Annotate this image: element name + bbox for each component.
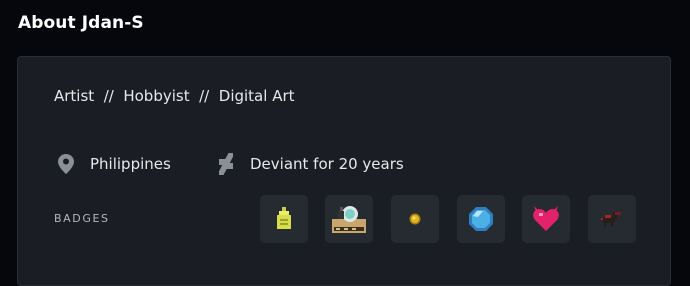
badge-gold-coin[interactable]	[391, 195, 439, 243]
llama-badge-icon	[601, 212, 621, 227]
badge-blue-gem[interactable]	[457, 195, 505, 243]
membership-text: Deviant for 20 years	[250, 155, 404, 173]
deviantart-logo-icon	[217, 153, 235, 175]
location-row: Philippines	[57, 152, 171, 176]
badge-llama[interactable]	[588, 195, 636, 243]
profile-tagline: Artist // Hobbyist // Digital Art	[54, 87, 295, 105]
membership-row: Deviant for 20 years	[217, 152, 404, 176]
location-pin-icon	[57, 154, 75, 174]
about-heading: About Jdan-S	[18, 13, 144, 33]
badge-spaceship[interactable]	[325, 195, 373, 243]
badges-label: BADGES	[54, 212, 110, 225]
lime-badge-icon	[277, 207, 291, 229]
about-card: Artist // Hobbyist // Digital Art Philip…	[17, 56, 671, 286]
badge-heart[interactable]	[522, 195, 570, 243]
heart-badge-icon	[533, 206, 559, 231]
location-text: Philippines	[90, 155, 171, 173]
spaceship-badge-icon	[332, 206, 366, 233]
gold-coin-badge-icon	[409, 213, 421, 225]
blue-gem-badge-icon	[469, 207, 493, 231]
badge-lime[interactable]	[260, 195, 308, 243]
